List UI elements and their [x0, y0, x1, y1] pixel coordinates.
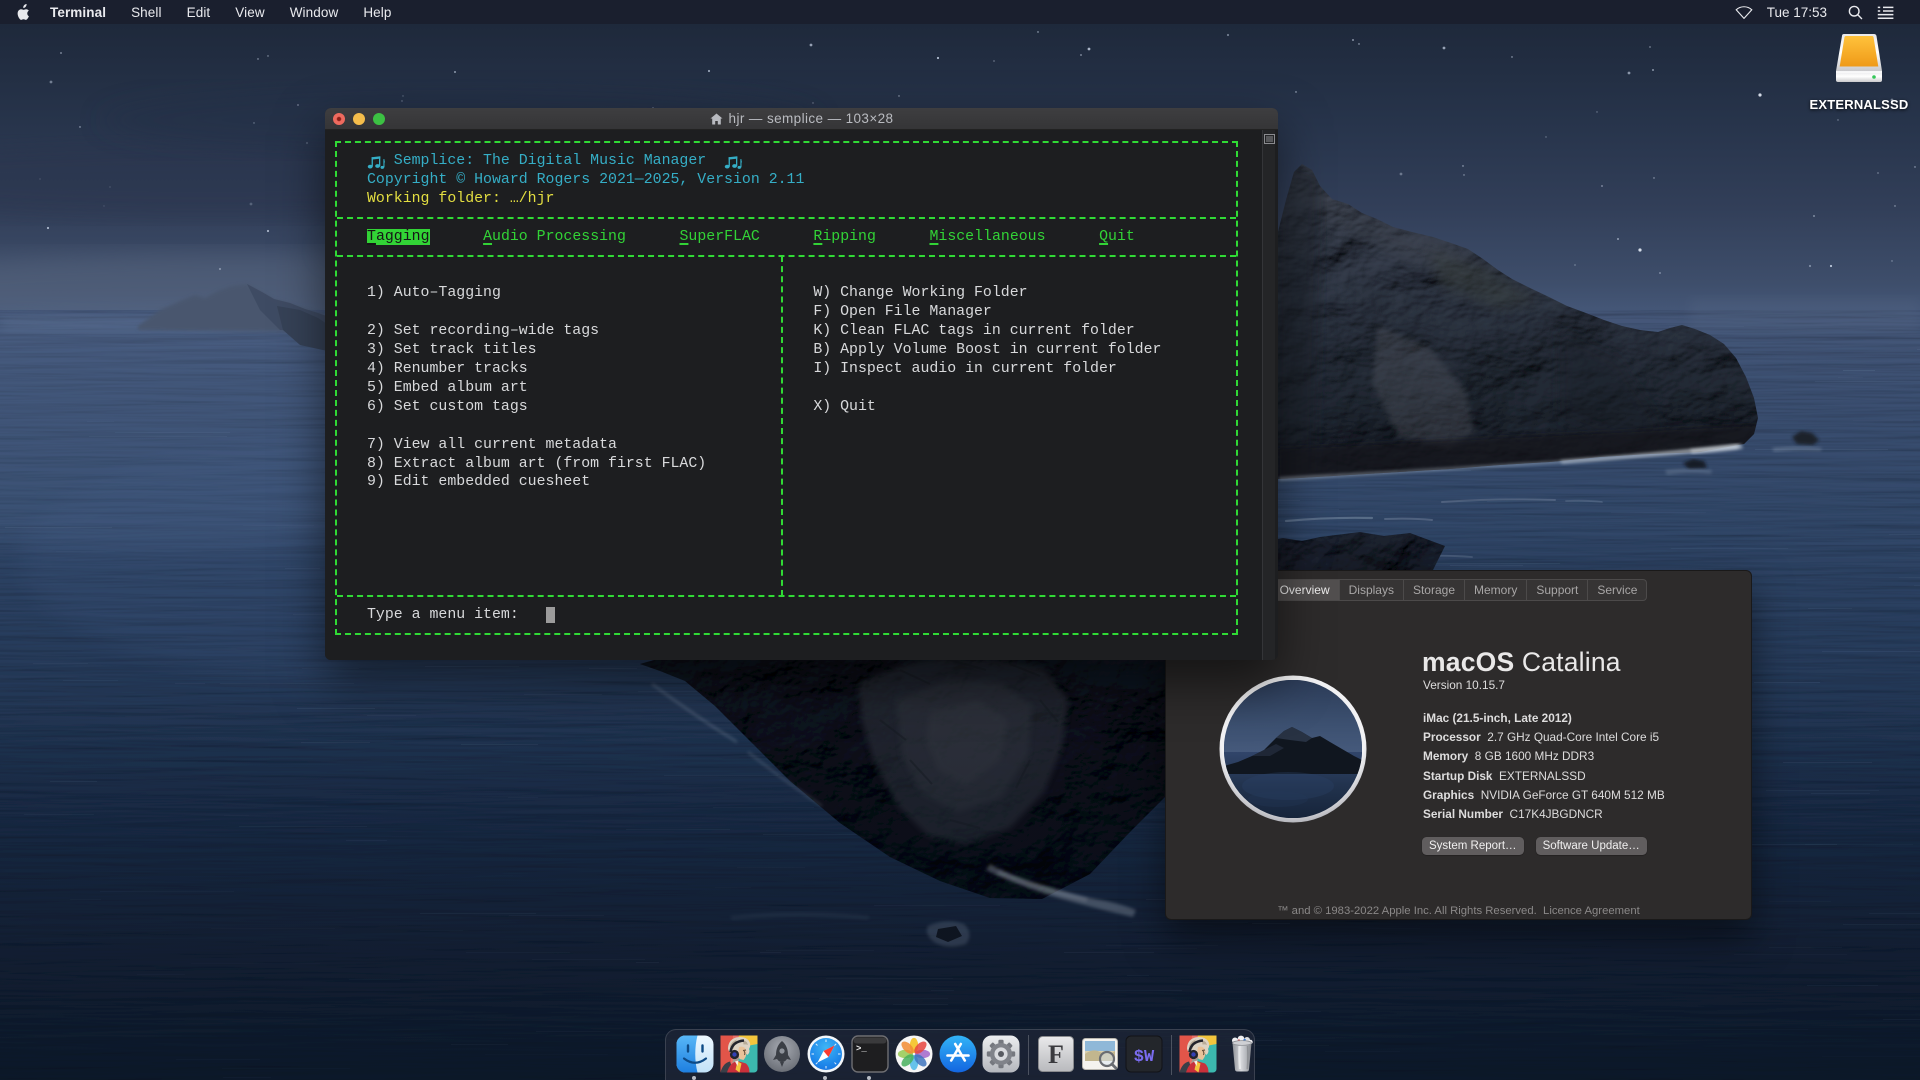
- svg-text:>_: >_: [856, 1044, 867, 1054]
- svg-text:F: F: [1048, 1040, 1064, 1069]
- svg-text:$W: $W: [1134, 1048, 1155, 1067]
